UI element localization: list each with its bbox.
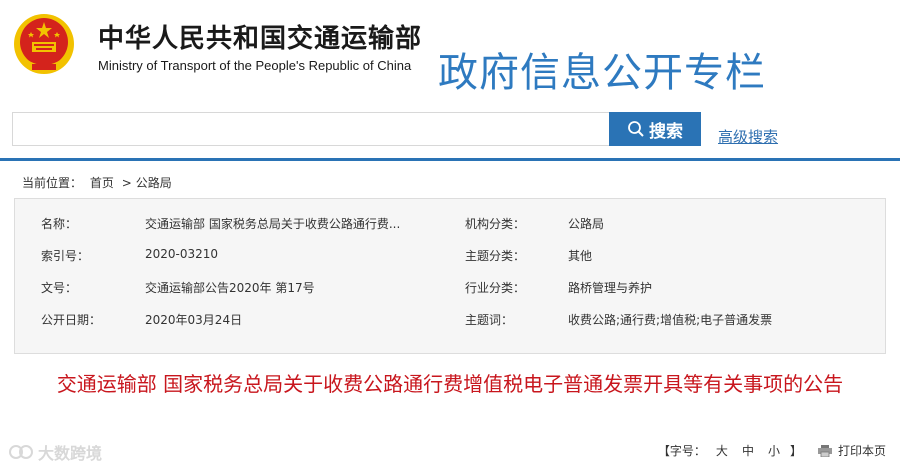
metadata-label: 机构分类： [465,217,526,231]
metadata-value: 交通运输部 国家税务总局关于收费公路通行费... [145,217,401,231]
breadcrumb-home-link[interactable]: 首页 [90,176,114,190]
breadcrumb: 当前位置： 首页 > 公路局 [22,174,176,191]
metadata-row: 名称： 交通运输部 国家税务总局关于收费公路通行费... 机构分类： 公路局 [15,207,887,239]
font-size-close-bracket: 】 [789,444,802,458]
watermark-logo-icon [9,445,33,459]
metadata-row: 公开日期： 2020年03月24日 主题词： 收费公路;通行费;增值税;电子普通… [15,303,887,335]
metadata-value: 2020-03210 [145,247,219,261]
metadata-label: 主题词： [465,313,514,327]
metadata-row: 文号： 交通运输部公告2020年 第17号 行业分类： 路桥管理与养护 [15,271,887,303]
print-icon[interactable] [817,444,832,457]
site-header: 中华人民共和国交通运输部 Ministry of Transport of th… [0,0,900,100]
metadata-label: 名称： [41,217,78,231]
column-title: 政府信息公开专栏 [438,50,766,96]
page-tools: 【字号： 大 中 小 】 打印本页 [658,442,886,459]
header-divider [0,158,900,161]
metadata-value: 路桥管理与养护 [568,281,653,295]
metadata-value: 收费公路;通行费;增值税;电子普通发票 [568,313,773,327]
metadata-value: 公路局 [568,217,605,231]
metadata-label: 行业分类： [465,281,526,295]
breadcrumb-prefix: 当前位置： [22,176,83,190]
breadcrumb-current-link[interactable]: 公路局 [136,176,172,190]
font-size-large-button[interactable]: 大 [716,442,728,459]
advanced-search-link[interactable]: 高级搜索 [718,126,778,147]
metadata-value: 2020年03月24日 [145,313,243,327]
search-button[interactable]: 搜索 [609,112,701,146]
metadata-label: 文号： [41,281,78,295]
document-metadata-panel: 名称： 交通运输部 国家税务总局关于收费公路通行费... 机构分类： 公路局 索… [14,198,886,354]
font-size-medium-button[interactable]: 中 [742,442,754,459]
search-icon [628,121,644,137]
search-button-label: 搜索 [649,121,683,141]
metadata-row: 索引号： 2020-03210 主题分类： 其他 [15,239,887,271]
metadata-value: 交通运输部公告2020年 第17号 [145,281,315,295]
watermark: 大数跨境 [8,440,102,464]
document-title: 交通运输部 国家税务总局关于收费公路通行费增值税电子普通发票开具等有关事项的公告 [56,372,844,396]
breadcrumb-separator: > [121,176,132,190]
search-bar: 搜索 高级搜索 [0,110,900,150]
metadata-value: 其他 [568,249,593,263]
search-input[interactable] [12,112,610,146]
metadata-label: 主题分类： [465,249,526,263]
metadata-label: 索引号： [41,249,90,263]
ministry-name-en: Ministry of Transport of the People's Re… [98,58,412,73]
font-size-small-button[interactable]: 小 [768,442,780,459]
print-page-link[interactable]: 打印本页 [838,442,886,459]
watermark-text: 大数跨境 [38,444,103,463]
font-size-label: 【字号： [657,444,706,458]
ministry-name-cn: 中华人民共和国交通运输部 [98,24,423,54]
national-emblem-icon [14,14,74,74]
metadata-label: 公开日期： [41,313,102,327]
